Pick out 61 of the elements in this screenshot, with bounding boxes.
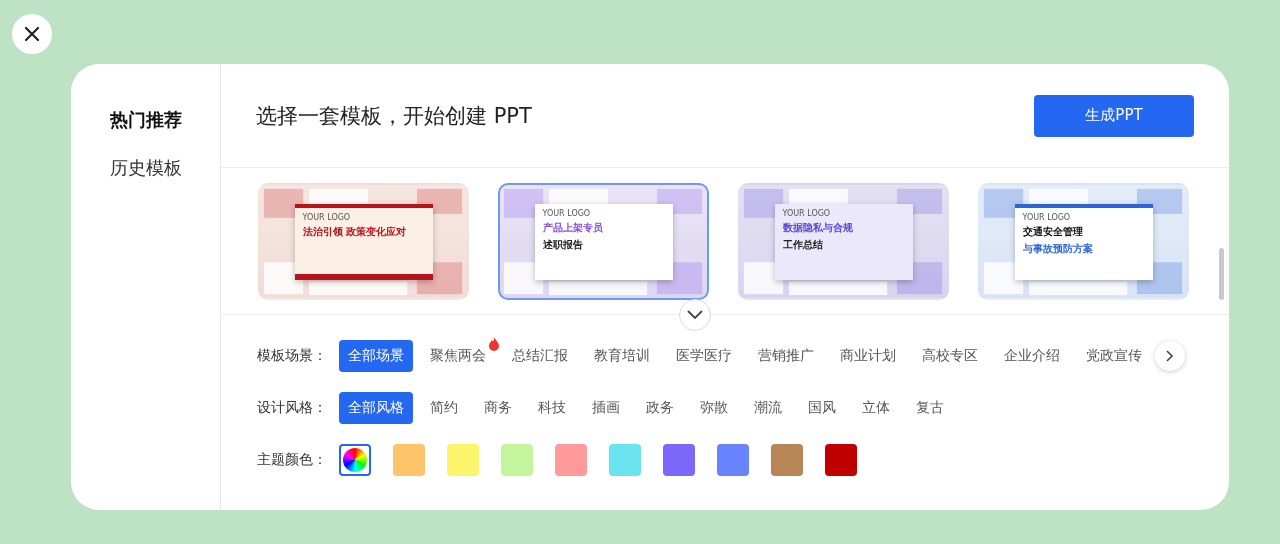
slide-subtitle: 述职报告 <box>542 237 584 252</box>
filter-option[interactable]: 科技 <box>529 393 575 423</box>
sidebar-item[interactable]: 历史模板 <box>109 156 182 180</box>
filter-option[interactable]: 政务 <box>637 393 683 423</box>
filter-option[interactable]: 商业计划 <box>831 341 905 371</box>
filter-label: 模板场景： <box>257 347 328 365</box>
filter-option[interactable]: 营销推广 <box>749 341 823 371</box>
filter-option[interactable]: 国风 <box>799 393 845 423</box>
slide-logo: YOUR LOGO <box>782 208 832 218</box>
filter-option[interactable]: 企业介绍 <box>995 341 1069 371</box>
color-swatch[interactable] <box>825 444 857 476</box>
filter-option[interactable]: 商务 <box>475 393 521 423</box>
slide-title: 数据隐私与合规 <box>782 220 854 235</box>
template-thumbnail[interactable]: YOUR LOGO 产品上架专员 述职报告 <box>498 183 709 300</box>
next-button[interactable] <box>1155 341 1185 371</box>
slide-title: 产品上架专员 <box>542 220 604 235</box>
template-thumbnail[interactable]: YOUR LOGO 交通安全管理 与事故预防方案 <box>978 183 1189 300</box>
filter-label: 设计风格： <box>257 399 328 417</box>
scrollbar[interactable] <box>1219 248 1224 300</box>
sidebar-item[interactable]: 热门推荐 <box>109 108 182 132</box>
filter-option[interactable]: 简约 <box>421 393 467 423</box>
filter-option[interactable]: 插画 <box>583 393 629 423</box>
filter-option[interactable]: 弥散 <box>691 393 737 423</box>
color-swatch[interactable] <box>339 444 371 476</box>
color-wheel-icon <box>343 448 367 472</box>
slide-title: 法治引领 政策变化应对 <box>302 224 407 239</box>
expand-button[interactable] <box>679 299 711 331</box>
template-thumbnail[interactable]: YOUR LOGO 数据隐私与合规 工作总结 <box>738 183 949 300</box>
filter-option[interactable]: 总结汇报 <box>503 341 577 371</box>
filter-option[interactable]: 医学医疗 <box>667 341 741 371</box>
filter-option[interactable]: 党政宣传 <box>1077 341 1151 371</box>
dialog-title: 选择一套模板，开始创建 PPT <box>256 102 532 130</box>
slide-logo: YOUR LOGO <box>542 208 592 218</box>
color-swatch[interactable] <box>771 444 803 476</box>
slide-logo: YOUR LOGO <box>302 212 352 222</box>
filter-option[interactable]: 立体 <box>853 393 899 423</box>
slide-subtitle: 工作总结 <box>782 237 824 252</box>
template-thumbnail[interactable]: YOUR LOGO 法治引领 政策变化应对 <box>258 183 469 300</box>
filter-option[interactable]: 聚焦两会 <box>421 341 495 371</box>
filter-option[interactable]: 全部风格 <box>339 392 413 424</box>
color-swatch[interactable] <box>717 444 749 476</box>
color-swatch[interactable] <box>393 444 425 476</box>
filter-option[interactable]: 高校专区 <box>913 341 987 371</box>
color-swatch[interactable] <box>609 444 641 476</box>
close-icon <box>24 26 40 42</box>
chevron-right-icon <box>1166 350 1174 362</box>
filter-label: 主题颜色： <box>257 451 328 469</box>
close-button[interactable] <box>12 14 52 54</box>
color-swatch[interactable] <box>447 444 479 476</box>
color-swatch[interactable] <box>663 444 695 476</box>
filter-option[interactable]: 潮流 <box>745 393 791 423</box>
filter-option[interactable]: 教育培训 <box>585 341 659 371</box>
filter-option[interactable]: 全部场景 <box>339 340 413 372</box>
chevron-down-icon <box>687 310 703 320</box>
filter-option[interactable]: 复古 <box>907 393 953 423</box>
slide-subtitle: 与事故预防方案 <box>1022 241 1094 256</box>
color-swatch[interactable] <box>501 444 533 476</box>
slide-logo: YOUR LOGO <box>1022 212 1072 222</box>
slide-title: 交通安全管理 <box>1022 224 1084 239</box>
generate-button[interactable]: 生成PPT <box>1034 94 1194 137</box>
color-swatch[interactable] <box>555 444 587 476</box>
